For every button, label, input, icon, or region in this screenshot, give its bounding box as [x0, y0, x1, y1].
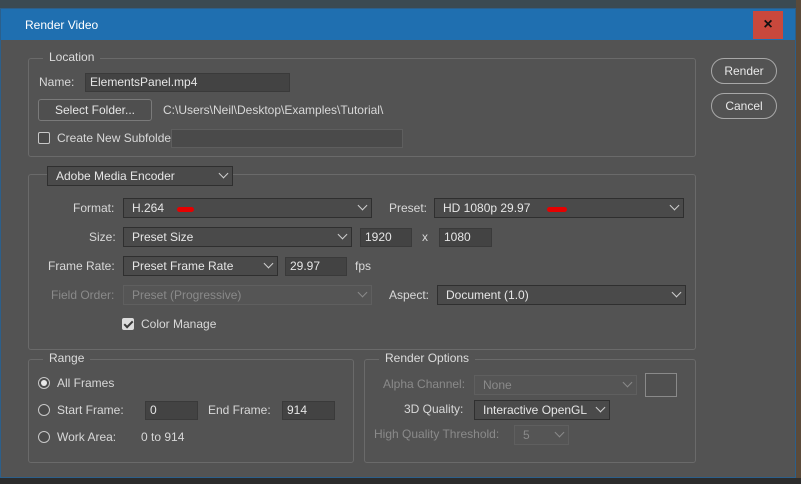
render-options-legend: Render Options — [379, 351, 476, 365]
all-frames-label: All Frames — [57, 376, 115, 390]
chevron-down-icon — [357, 200, 368, 211]
alpha-color-swatch[interactable] — [645, 373, 677, 397]
start-frame-radio[interactable] — [38, 404, 50, 416]
start-frame-label: Start Frame: — [57, 403, 124, 417]
desktop-background — [0, 0, 801, 8]
alpha-channel-value: None — [483, 378, 512, 392]
encoder-dropdown[interactable]: Adobe Media Encoder — [47, 166, 233, 186]
size-value: Preset Size — [132, 230, 194, 244]
chevron-down-icon — [669, 200, 680, 211]
subfolder-input[interactable] — [171, 129, 403, 148]
alpha-channel-label: Alpha Channel: — [383, 377, 466, 391]
3d-quality-label: 3D Quality: — [404, 402, 464, 416]
create-subfolder-checkbox[interactable] — [38, 132, 50, 144]
desktop-background-bottom — [0, 478, 801, 484]
location-legend: Location — [43, 50, 101, 64]
dialog-title: Render Video — [25, 18, 99, 32]
close-button[interactable]: × — [753, 11, 783, 39]
3d-quality-value: Interactive OpenGL — [483, 403, 588, 417]
encoder-value: Adobe Media Encoder — [56, 169, 175, 183]
format-label: Format: — [73, 201, 115, 215]
all-frames-radio[interactable] — [38, 377, 50, 389]
work-area-value: 0 to 914 — [141, 430, 185, 444]
end-frame-input[interactable]: 914 — [282, 401, 335, 420]
height-input[interactable]: 1080 — [439, 228, 492, 247]
name-input[interactable]: ElementsPanel.mp4 — [85, 73, 290, 92]
format-value: H.264 — [132, 201, 165, 215]
frame-rate-label: Frame Rate: — [48, 259, 115, 273]
close-icon: × — [763, 16, 773, 33]
range-legend: Range — [43, 351, 91, 365]
folder-path: C:\Users\Neil\Desktop\Examples\Tutorial\ — [163, 103, 384, 117]
work-area-label: Work Area: — [57, 430, 117, 444]
chevron-down-icon — [337, 229, 348, 240]
frame-rate-value: Preset Frame Rate — [132, 259, 234, 273]
end-frame-label: End Frame: — [208, 403, 271, 417]
field-order-value: Preset (Progressive) — [132, 288, 242, 302]
create-subfolder-label: Create New Subfolder: — [57, 131, 179, 145]
quality-threshold-dropdown[interactable]: 5 — [514, 425, 569, 445]
frame-rate-dropdown[interactable]: Preset Frame Rate — [123, 256, 278, 276]
select-folder-button[interactable]: Select Folder... — [38, 99, 152, 121]
name-label: Name: — [39, 75, 75, 89]
preset-value: HD 1080p 29.97 — [443, 201, 531, 215]
title-bar[interactable]: Render Video × — [1, 9, 795, 40]
size-separator: x — [422, 230, 428, 244]
chevron-down-icon — [263, 258, 274, 269]
render-button[interactable]: Render — [711, 58, 777, 84]
preset-label: Preset: — [389, 201, 428, 215]
chevron-down-icon — [554, 427, 565, 438]
start-frame-input[interactable]: 0 — [145, 401, 198, 420]
redaction-mark — [547, 207, 567, 212]
aspect-label: Aspect: — [389, 288, 430, 302]
color-manage-checkbox[interactable] — [122, 318, 134, 330]
chevron-down-icon — [622, 377, 633, 388]
quality-threshold-value: 5 — [523, 428, 530, 442]
3d-quality-dropdown[interactable]: Interactive OpenGL — [474, 400, 610, 420]
quality-threshold-label: High Quality Threshold: — [374, 427, 500, 441]
desktop-background-right — [796, 0, 801, 484]
render-video-dialog: Render Video × Location Name: ElementsPa… — [0, 8, 796, 478]
aspect-dropdown[interactable]: Document (1.0) — [437, 285, 686, 305]
size-label: Size: — [89, 230, 116, 244]
cancel-button[interactable]: Cancel — [711, 93, 777, 119]
fps-unit: fps — [355, 259, 372, 273]
chevron-down-icon — [218, 168, 229, 179]
size-dropdown[interactable]: Preset Size — [123, 227, 352, 247]
chevron-down-icon — [357, 287, 368, 298]
aspect-value: Document (1.0) — [446, 288, 529, 302]
width-input[interactable]: 1920 — [360, 228, 412, 247]
work-area-radio[interactable] — [38, 431, 50, 443]
chevron-down-icon — [595, 402, 606, 413]
chevron-down-icon — [671, 287, 682, 298]
field-order-label: Field Order: — [51, 288, 115, 302]
fps-input[interactable]: 29.97 — [285, 257, 347, 276]
color-manage-label: Color Manage — [141, 317, 217, 331]
field-order-dropdown[interactable]: Preset (Progressive) — [123, 285, 372, 305]
alpha-channel-dropdown[interactable]: None — [474, 375, 637, 395]
format-dropdown[interactable]: H.264 — [123, 198, 372, 218]
redaction-mark — [177, 207, 194, 212]
